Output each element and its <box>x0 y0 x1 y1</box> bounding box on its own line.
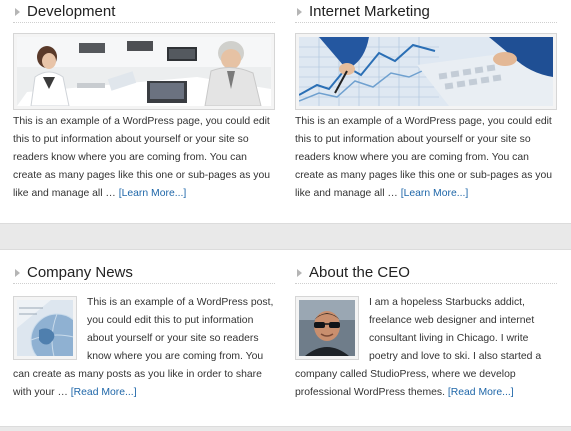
section-body: This is an example of a WordPress page, … <box>295 116 553 199</box>
column-development: Development This is an example of a Word… <box>13 1 275 203</box>
ceo-portrait-photo <box>299 300 355 356</box>
arrow-bullet-icon <box>297 269 302 277</box>
column-about-the-ceo: About the CEO I am a hopeless Starbucks … <box>295 262 557 402</box>
arrow-bullet-icon <box>15 269 20 277</box>
read-more-link[interactable]: [Read More...] <box>448 387 514 398</box>
heading-label[interactable]: Internet Marketing <box>309 3 430 20</box>
section-heading[interactable]: Company News <box>13 262 275 284</box>
column-internet-marketing: Internet Marketing This is an example of… <box>295 1 557 203</box>
development-image[interactable] <box>13 33 275 110</box>
section-heading[interactable]: About the CEO <box>295 262 557 284</box>
learn-more-link[interactable]: [Learn More...] <box>119 188 187 199</box>
company-news-thumbnail[interactable] <box>13 296 77 360</box>
featured-panel-bottom: Company News This is an example of a Wor… <box>0 249 571 427</box>
learn-more-link[interactable]: [Learn More...] <box>401 188 469 199</box>
heading-label[interactable]: Company News <box>27 264 133 281</box>
arrow-bullet-icon <box>15 8 20 16</box>
section-text: This is an example of a WordPress page, … <box>295 113 557 203</box>
ceo-thumbnail[interactable] <box>295 296 359 360</box>
news-globe-photo <box>17 300 73 356</box>
section-heading[interactable]: Development <box>13 1 275 23</box>
column-company-news: Company News This is an example of a Wor… <box>13 262 275 402</box>
section-heading[interactable]: Internet Marketing <box>295 1 557 23</box>
arrow-bullet-icon <box>297 8 302 16</box>
internet-marketing-image[interactable] <box>295 33 557 110</box>
section-text: This is an example of a WordPress page, … <box>13 113 275 203</box>
section-body: This is an example of a WordPress page, … <box>13 116 271 199</box>
meeting-photo <box>17 37 271 106</box>
chart-keyboard-photo <box>299 37 553 106</box>
read-more-link[interactable]: [Read More...] <box>71 387 137 398</box>
heading-label[interactable]: About the CEO <box>309 264 410 281</box>
heading-label[interactable]: Development <box>27 3 115 20</box>
featured-panel-top: Development This is an example of a Word… <box>0 0 571 224</box>
